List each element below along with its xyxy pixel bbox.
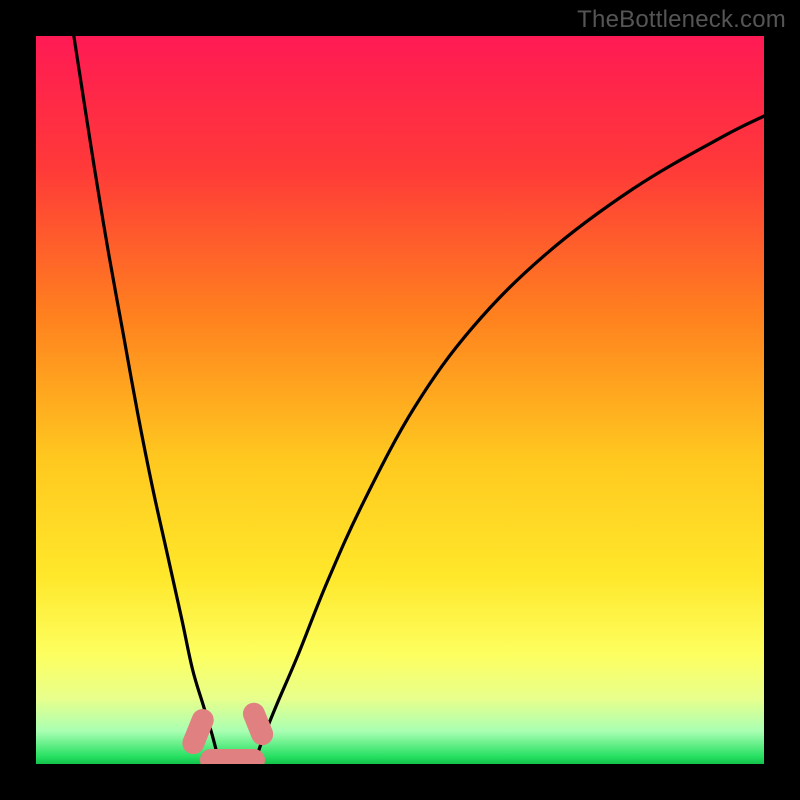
chart-frame: TheBottleneck.com xyxy=(0,0,800,800)
watermark-text: TheBottleneck.com xyxy=(577,6,786,34)
marker-base-pill xyxy=(200,749,266,764)
curve-right-branch xyxy=(254,116,764,764)
plot-area xyxy=(36,36,764,764)
curve-layer xyxy=(36,36,764,764)
curve-left-branch xyxy=(74,36,222,764)
